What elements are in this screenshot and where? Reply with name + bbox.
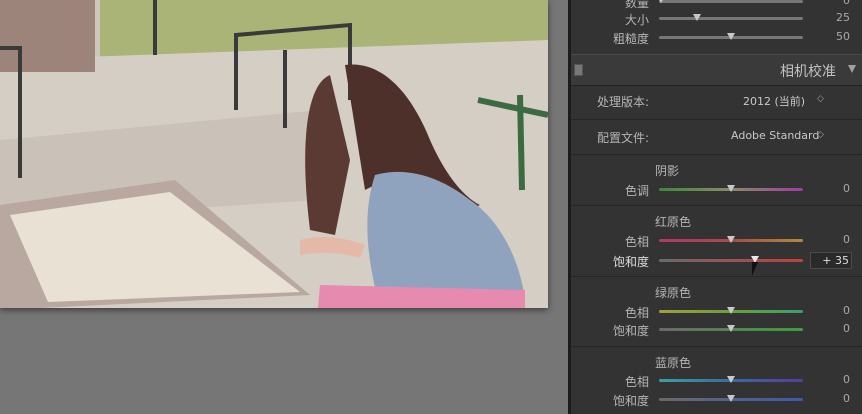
divider <box>571 154 862 155</box>
slider-label: 色相 <box>624 306 649 320</box>
slider-value[interactable]: 0 <box>814 392 850 405</box>
process-version-row: 处理版本: 2012 (当前) ◇ <box>571 91 862 111</box>
profile-row: 配置文件: Adobe Standard ◇ <box>571 127 862 147</box>
slider-value[interactable]: 25 <box>814 11 850 24</box>
develop-panel: 数量 0 大小 25 粗糙度 50 相机校准 处理版本: 2012 (当前) ◇… <box>571 0 862 414</box>
slider-track[interactable] <box>659 259 803 262</box>
process-version-label: 处理版本: <box>597 95 650 109</box>
slider-label: 色调 <box>624 184 649 198</box>
photo-image <box>0 0 548 308</box>
slider-row-green-hue: 色相 0 <box>571 304 862 320</box>
profile-label: 配置文件: <box>597 131 650 145</box>
slider-track[interactable] <box>659 17 803 20</box>
slider-value[interactable]: 0 <box>814 182 850 195</box>
slider-label: 粗糙度 <box>612 32 649 46</box>
slider-value[interactable]: 50 <box>814 30 850 43</box>
triangle-down-icon[interactable] <box>848 65 856 73</box>
profile-select[interactable]: Adobe Standard <box>731 129 819 142</box>
slider-track[interactable] <box>659 0 803 3</box>
slider-row-red-saturation: 饱和度 + 35 <box>571 252 862 276</box>
slider-label: 色相 <box>624 235 649 249</box>
slider-thumb[interactable] <box>727 236 735 243</box>
slider-thumb[interactable] <box>727 325 735 332</box>
slider-row-amount: 数量 0 <box>571 0 862 10</box>
section-title: 相机校准 <box>780 64 836 80</box>
shadows-title: 阴影 <box>655 164 680 178</box>
image-canvas <box>0 0 568 414</box>
slider-row-shadows-tint: 色调 0 <box>571 182 862 198</box>
slider-label: 饱和度 <box>612 394 649 408</box>
slider-thumb[interactable] <box>727 395 735 402</box>
red-primary-title: 红原色 <box>655 215 692 229</box>
slider-thumb[interactable] <box>657 0 665 3</box>
slider-row-green-saturation: 饱和度 0 <box>571 322 862 338</box>
slider-thumb[interactable] <box>727 33 735 40</box>
section-header-camera-calibration[interactable]: 相机校准 <box>571 54 862 86</box>
slider-value-input[interactable]: + 35 <box>810 252 852 269</box>
slider-row-red-hue: 色相 0 <box>571 233 862 249</box>
slider-value[interactable]: 0 <box>814 373 850 386</box>
process-version-select[interactable]: 2012 (当前) <box>743 93 805 109</box>
slider-label: 色相 <box>624 375 649 389</box>
blue-primary-title: 蓝原色 <box>655 356 692 370</box>
slider-thumb[interactable] <box>727 376 735 383</box>
slider-label: 大小 <box>624 13 649 27</box>
slider-label: 饱和度 <box>612 324 649 338</box>
panel-switch-icon[interactable] <box>574 64 583 76</box>
slider-label: 饱和度 <box>612 255 649 269</box>
slider-value[interactable]: 0 <box>814 322 850 335</box>
slider-value[interactable]: 0 <box>814 304 850 317</box>
slider-thumb[interactable] <box>727 307 735 314</box>
chevron-updown-icon[interactable]: ◇ <box>817 130 824 140</box>
divider <box>571 205 862 206</box>
mouse-cursor-icon <box>752 262 758 276</box>
slider-value[interactable]: 0 <box>814 233 850 246</box>
slider-row-blue-hue: 色相 0 <box>571 373 862 389</box>
chevron-updown-icon[interactable]: ◇ <box>817 94 824 104</box>
photo-preview[interactable] <box>0 0 548 308</box>
divider <box>571 276 862 277</box>
divider <box>571 346 862 347</box>
slider-row-roughness: 粗糙度 50 <box>571 30 862 46</box>
slider-thumb[interactable] <box>727 185 735 192</box>
green-primary-title: 绿原色 <box>655 286 692 300</box>
slider-label: 数量 <box>624 0 649 10</box>
slider-thumb[interactable] <box>693 14 701 21</box>
slider-row-blue-saturation: 饱和度 0 <box>571 392 862 408</box>
slider-value[interactable]: 0 <box>814 0 850 7</box>
slider-row-size: 大小 25 <box>571 11 862 27</box>
divider <box>571 119 862 120</box>
